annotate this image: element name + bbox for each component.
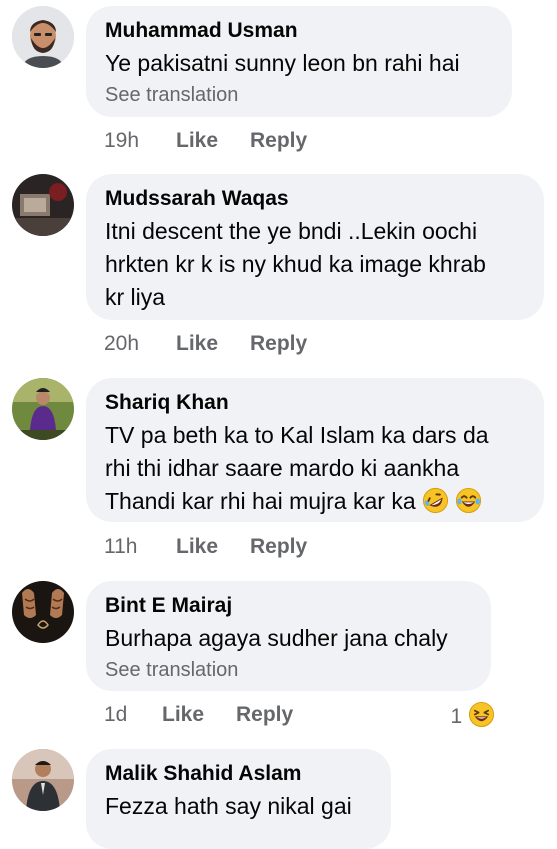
comment-text: Ye pakisatni sunny leon bn rahi hai — [105, 50, 460, 76]
comment-actions: 19h Like Reply — [104, 127, 307, 155]
commenter-name[interactable]: Malik Shahid Aslam — [105, 761, 371, 787]
comment-bubble: Mudssarah Waqas Itni descent the ye bndi… — [86, 174, 544, 320]
commenter-name[interactable]: Shariq Khan — [105, 390, 524, 416]
comment-text: Fezza hath say nikal gai — [105, 793, 352, 819]
comment-time[interactable]: 1d — [104, 701, 162, 729]
comment-text: TV pa beth ka to Kal Islam ka dars da rh… — [105, 419, 524, 518]
avatar[interactable] — [12, 174, 74, 236]
reaction-summary[interactable]: 1 — [450, 701, 495, 729]
comment-text: Itni descent the ye bndi ..Lekin oochi h… — [105, 215, 524, 314]
reply-button[interactable]: Reply — [250, 533, 307, 561]
comment-text-fragment: Thandi kar rhi hai mujra kar ka — [105, 488, 416, 514]
like-button[interactable]: Like — [176, 533, 250, 561]
comment-actions: 1d Like Reply — [104, 701, 293, 729]
comment-time[interactable]: 11h — [104, 533, 176, 561]
avatar[interactable] — [12, 749, 74, 811]
comment-time[interactable]: 20h — [104, 330, 176, 358]
comment-time[interactable]: 19h — [104, 127, 176, 155]
reply-button[interactable]: Reply — [236, 701, 293, 729]
comment-text: Burhapa agaya sudher jana chaly — [105, 625, 448, 651]
photo-avatar-icon — [12, 174, 74, 236]
man-in-suit-avatar-icon — [12, 749, 74, 811]
comment-bubble: Malik Shahid Aslam Fezza hath say nikal … — [86, 749, 391, 849]
reaction-count: 1 — [450, 705, 463, 728]
like-button[interactable]: Like — [176, 330, 250, 358]
comment-text-line: hrkten kr k is ny khud ka image khrab — [105, 251, 486, 277]
see-translation-link[interactable]: See translation — [105, 657, 471, 683]
comment-bubble: Muhammad Usman Ye pakisatni sunny leon b… — [86, 6, 512, 117]
comment-text-line: kr liya — [105, 284, 166, 310]
tears-of-joy-icon — [456, 487, 482, 514]
man-in-purple-avatar-icon — [12, 378, 74, 440]
henna-hands-avatar-icon — [12, 581, 74, 643]
laughing-reaction-icon — [468, 701, 495, 728]
rolling-on-floor-laughing-icon — [422, 487, 449, 514]
comment-text-line: TV pa beth ka to Kal Islam ka dars da — [105, 422, 489, 448]
commenter-name[interactable]: Mudssarah Waqas — [105, 186, 524, 212]
comment-text-line: Thandi kar rhi hai mujra kar ka — [105, 485, 524, 518]
see-translation-link[interactable]: See translation — [105, 82, 492, 108]
bearded-man-avatar-icon — [12, 6, 74, 68]
commenter-name[interactable]: Muhammad Usman — [105, 18, 492, 44]
reply-button[interactable]: Reply — [250, 127, 307, 155]
comment-actions: 11h Like Reply — [104, 533, 307, 561]
like-button[interactable]: Like — [162, 701, 236, 729]
comment-text-line: Itni descent the ye bndi ..Lekin oochi — [105, 218, 478, 244]
avatar[interactable] — [12, 581, 74, 643]
like-button[interactable]: Like — [176, 127, 250, 155]
comment-bubble: Shariq Khan TV pa beth ka to Kal Islam k… — [86, 378, 544, 522]
reply-button[interactable]: Reply — [250, 330, 307, 358]
comment-text-line: rhi thi idhar saare mardo ki aankha — [105, 455, 460, 481]
comment-bubble: Bint E Mairaj Burhapa agaya sudher jana … — [86, 581, 491, 691]
comment-actions: 20h Like Reply — [104, 330, 307, 358]
avatar[interactable] — [12, 6, 74, 68]
avatar[interactable] — [12, 378, 74, 440]
commenter-name[interactable]: Bint E Mairaj — [105, 593, 471, 619]
